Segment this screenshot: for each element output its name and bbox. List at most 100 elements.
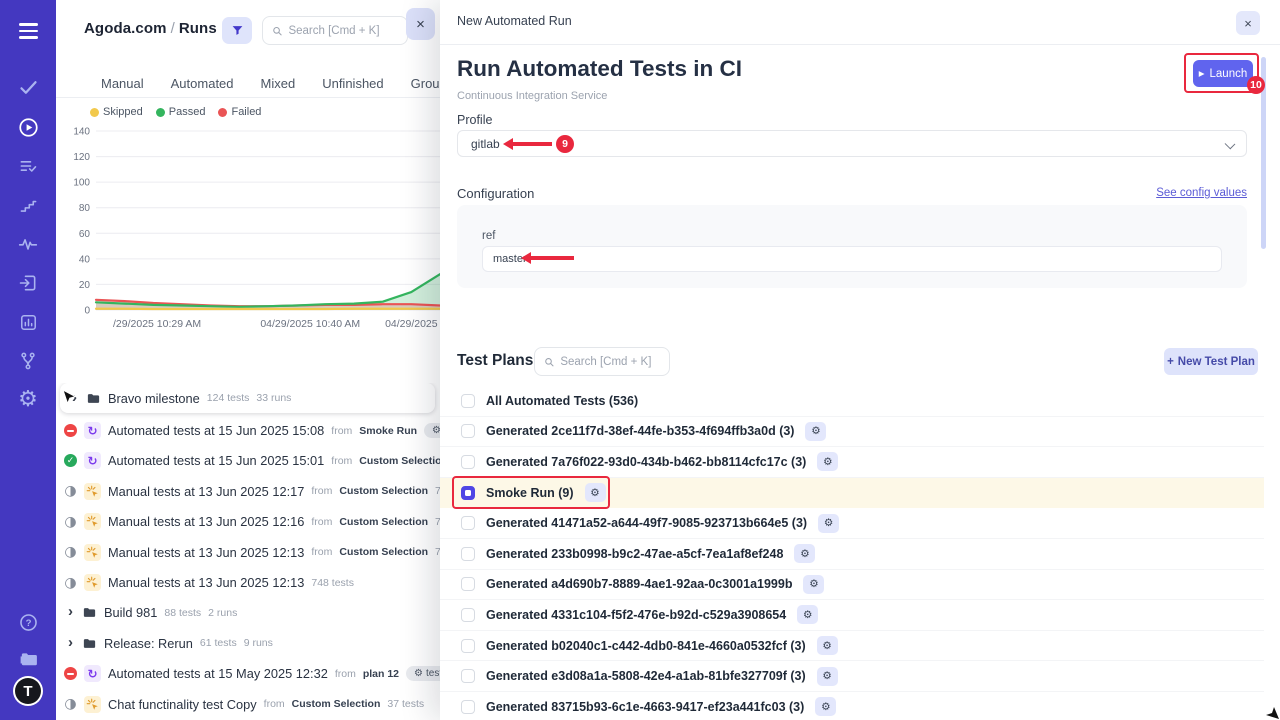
chevron-right-icon[interactable]: › bbox=[68, 389, 79, 408]
test-plan-row[interactable]: Generated b02040c1-c442-4db0-841e-4660a0… bbox=[440, 631, 1264, 662]
test-plan-row[interactable]: Generated 233b0998-b9c2-47ae-a5cf-7ea1af… bbox=[440, 539, 1264, 570]
run-row[interactable]: ↻Automated tests at 15 May 2025 12:32fro… bbox=[56, 659, 440, 689]
test-plan-row[interactable]: Generated e3d08a1a-5808-42e4-a1ab-81bfe3… bbox=[440, 661, 1264, 692]
group-name[interactable]: Build 981 bbox=[104, 605, 157, 620]
see-config-values-link[interactable]: See config values bbox=[1156, 187, 1247, 199]
run-row[interactable]: ◑Manual tests at 13 Jun 2025 12:16fromCu… bbox=[56, 507, 440, 537]
run-name[interactable]: Manual tests at 13 Jun 2025 12:13 bbox=[108, 575, 304, 590]
plan-label[interactable]: Generated b02040c1-c442-4db0-841e-4660a0… bbox=[486, 639, 806, 653]
plan-checkbox[interactable] bbox=[461, 394, 475, 408]
legend-skipped[interactable]: Skipped bbox=[90, 106, 143, 118]
gear-icon[interactable]: ⚙ bbox=[797, 605, 818, 624]
test-plans-search[interactable] bbox=[534, 347, 670, 376]
legend-passed[interactable]: Passed bbox=[156, 106, 206, 118]
runs-search-input[interactable] bbox=[288, 25, 398, 37]
run-name[interactable]: Automated tests at 15 Jun 2025 15:08 bbox=[108, 423, 324, 438]
pulse-icon[interactable] bbox=[11, 227, 45, 261]
breadcrumb-page[interactable]: Runs bbox=[179, 20, 217, 37]
plan-checkbox[interactable] bbox=[461, 547, 475, 561]
runs-icon[interactable] bbox=[11, 110, 45, 144]
plan-label[interactable]: Smoke Run (9) bbox=[486, 486, 574, 500]
test-badge[interactable]: ⚙test bbox=[424, 423, 440, 438]
tab-manual[interactable]: Manual bbox=[101, 76, 144, 91]
legend-failed[interactable]: Failed bbox=[218, 106, 261, 118]
gear-icon[interactable]: ⚙ bbox=[803, 575, 824, 594]
tab-unfinished[interactable]: Unfinished bbox=[322, 76, 383, 91]
gear-icon[interactable]: ⚙ bbox=[817, 667, 838, 686]
test-plan-row[interactable]: Smoke Run (9) ⚙ bbox=[440, 478, 1264, 509]
gear-icon[interactable]: ⚙ bbox=[817, 636, 838, 655]
run-source[interactable]: Custom Selection bbox=[339, 516, 428, 528]
plan-checkbox[interactable] bbox=[461, 639, 475, 653]
plan-checkbox[interactable] bbox=[461, 608, 475, 622]
launch-button[interactable]: ▶ Launch bbox=[1193, 60, 1253, 87]
plan-checkbox[interactable] bbox=[461, 516, 475, 530]
plan-label[interactable]: All Automated Tests (536) bbox=[486, 394, 638, 408]
run-name[interactable]: Manual tests at 13 Jun 2025 12:17 bbox=[108, 484, 304, 499]
run-row[interactable]: ↻Automated tests at 15 Jun 2025 15:08fro… bbox=[56, 415, 440, 445]
run-source[interactable]: Smoke Run bbox=[359, 425, 417, 437]
test-badge[interactable]: ⚙test bbox=[406, 666, 440, 681]
gear-icon[interactable]: ⚙ bbox=[815, 697, 836, 716]
gear-icon[interactable]: ⚙ bbox=[817, 452, 838, 471]
run-source[interactable]: Custom Selection bbox=[359, 455, 440, 467]
plan-checkbox[interactable] bbox=[461, 700, 475, 714]
breadcrumb[interactable]: Agoda.com/Runs bbox=[84, 20, 217, 37]
tab-mixed[interactable]: Mixed bbox=[261, 76, 296, 91]
run-group-row[interactable]: ›Bravo milestone124 tests33 runs bbox=[60, 383, 435, 413]
close-icon[interactable]: × bbox=[1236, 11, 1260, 35]
run-row[interactable]: ◑Manual tests at 13 Jun 2025 12:13748 te… bbox=[56, 567, 440, 597]
group-name[interactable]: Release: Rerun bbox=[104, 636, 193, 651]
breadcrumb-project[interactable]: Agoda.com bbox=[84, 20, 167, 37]
analytics-icon[interactable] bbox=[11, 305, 45, 339]
run-name[interactable]: Manual tests at 13 Jun 2025 12:16 bbox=[108, 514, 304, 529]
plan-label[interactable]: Generated 2ce11f7d-38ef-44fe-b353-4f694f… bbox=[486, 424, 794, 438]
run-group-row[interactable]: ›Build 98188 tests2 runs bbox=[56, 598, 440, 628]
projects-icon[interactable] bbox=[11, 642, 45, 676]
plan-label[interactable]: Generated 7a76f022-93d0-434b-b462-bb8114… bbox=[486, 455, 806, 469]
gear-icon[interactable]: ⚙ bbox=[585, 483, 606, 502]
run-row[interactable]: ◑Manual tests at 13 Jun 2025 12:17fromCu… bbox=[56, 476, 440, 506]
chevron-right-icon[interactable]: › bbox=[64, 634, 75, 653]
profile-select[interactable]: gitlab bbox=[457, 130, 1247, 157]
test-plan-row[interactable]: Generated 7a76f022-93d0-434b-b462-bb8114… bbox=[440, 447, 1264, 478]
filter-button[interactable] bbox=[222, 17, 252, 44]
gear-icon[interactable]: ⚙ bbox=[794, 544, 815, 563]
plan-label[interactable]: Generated 83715b93-6c1e-4663-9417-ef23a4… bbox=[486, 700, 804, 714]
steps-icon[interactable] bbox=[11, 188, 45, 222]
plan-checkbox[interactable] bbox=[461, 455, 475, 469]
test-plans-search-input[interactable] bbox=[560, 356, 660, 368]
import-icon[interactable] bbox=[11, 266, 45, 300]
run-row[interactable]: ✓↻Automated tests at 15 Jun 2025 15:01fr… bbox=[56, 446, 440, 476]
gear-icon[interactable]: ⚙ bbox=[818, 514, 839, 533]
test-plan-row[interactable]: Generated 41471a52-a644-49f7-9085-923713… bbox=[440, 508, 1264, 539]
test-plans-icon[interactable] bbox=[11, 149, 45, 183]
test-plan-row[interactable]: All Automated Tests (536) bbox=[440, 386, 1264, 417]
run-source[interactable]: Custom Selection bbox=[292, 698, 381, 710]
plan-checkbox[interactable] bbox=[461, 424, 475, 438]
plan-label[interactable]: Generated 4331c104-f5f2-476e-b92d-c529a3… bbox=[486, 608, 786, 622]
run-name[interactable]: Automated tests at 15 Jun 2025 15:01 bbox=[108, 453, 324, 468]
run-name[interactable]: Chat functinality test Copy bbox=[108, 697, 257, 712]
ref-input[interactable] bbox=[482, 246, 1222, 272]
run-name[interactable]: Automated tests at 15 May 2025 12:32 bbox=[108, 666, 328, 681]
branches-icon[interactable] bbox=[11, 344, 45, 378]
plan-label[interactable]: Generated a4d690b7-8889-4ae1-92aa-0c3001… bbox=[486, 577, 792, 591]
plan-label[interactable]: Generated 233b0998-b9c2-47ae-a5cf-7ea1af… bbox=[486, 547, 783, 561]
gear-icon[interactable]: ⚙ bbox=[805, 422, 826, 441]
plan-checkbox[interactable] bbox=[461, 669, 475, 683]
plan-label[interactable]: Generated e3d08a1a-5808-42e4-a1ab-81bfe3… bbox=[486, 669, 806, 683]
run-row[interactable]: ◑Manual tests at 13 Jun 2025 12:13fromCu… bbox=[56, 537, 440, 567]
run-source[interactable]: Custom Selection bbox=[339, 485, 428, 497]
runs-search[interactable] bbox=[262, 16, 408, 45]
test-plan-row[interactable]: Generated a4d690b7-8889-4ae1-92aa-0c3001… bbox=[440, 570, 1264, 601]
new-test-plan-button[interactable]: + New Test Plan bbox=[1164, 348, 1258, 375]
plan-checkbox[interactable] bbox=[461, 486, 475, 500]
run-name[interactable]: Manual tests at 13 Jun 2025 12:13 bbox=[108, 545, 304, 560]
run-group-row[interactable]: ›Release: Rerun61 tests9 runs bbox=[56, 628, 440, 658]
test-plan-row[interactable]: Generated 4331c104-f5f2-476e-b92d-c529a3… bbox=[440, 600, 1264, 631]
plan-checkbox[interactable] bbox=[461, 577, 475, 591]
test-plan-row[interactable]: Generated 83715b93-6c1e-4663-9417-ef23a4… bbox=[440, 692, 1264, 720]
run-row[interactable]: ◑Chat functinality test CopyfromCustom S… bbox=[56, 689, 440, 719]
settings-gear-icon[interactable]: ⚙ bbox=[11, 383, 45, 417]
